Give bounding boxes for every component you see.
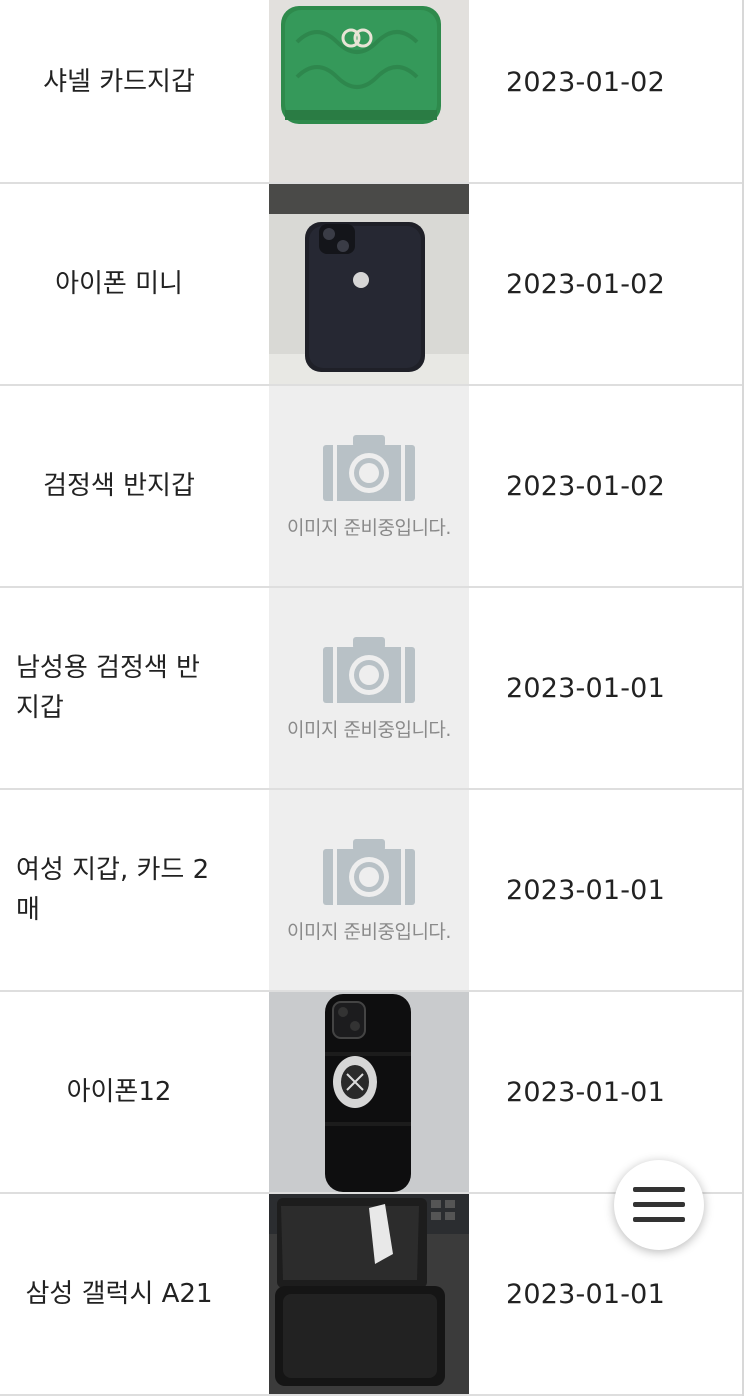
list-item[interactable]: 검정색 반지갑 이미지 준비중입니다. 2023-01-02 xyxy=(0,386,742,588)
image-placeholder[interactable]: 이미지 준비중입니다. xyxy=(269,386,469,586)
list-item[interactable]: 아이폰12 2023-01-01 xyxy=(0,992,742,1194)
item-name: 삼성 갤럭시 A21 xyxy=(25,1279,213,1309)
list-item[interactable]: 여성 지갑, 카드 2매 이미지 준비중입니다. 2023-01-01 xyxy=(0,790,742,992)
item-name: 아이폰12 xyxy=(66,1077,172,1107)
item-date: 2023-01-01 xyxy=(506,874,665,906)
black-wallet-phone-photo xyxy=(269,1194,469,1394)
item-name: 아이폰 미니 xyxy=(55,269,183,299)
item-name: 남성용 검정색 반지갑 xyxy=(16,653,200,723)
item-date: 2023-01-01 xyxy=(506,672,665,704)
hamburger-menu-icon xyxy=(633,1187,685,1222)
item-name: 여성 지갑, 카드 2매 xyxy=(16,855,210,925)
image-placeholder[interactable]: 이미지 준비중입니다. xyxy=(269,790,469,990)
camera-icon xyxy=(323,838,415,905)
item-thumbnail[interactable] xyxy=(269,1194,469,1394)
item-thumbnail[interactable] xyxy=(269,184,469,384)
image-placeholder[interactable]: 이미지 준비중입니다. xyxy=(269,588,469,788)
camera-icon xyxy=(323,636,415,703)
placeholder-caption: 이미지 준비중입니다. xyxy=(287,920,451,943)
placeholder-caption: 이미지 준비중입니다. xyxy=(287,718,451,741)
camera-icon xyxy=(323,434,415,501)
item-name: 샤넬 카드지갑 xyxy=(43,67,195,97)
item-name: 검정색 반지갑 xyxy=(43,471,195,501)
green-wallet-photo xyxy=(269,0,469,182)
item-thumbnail[interactable] xyxy=(269,992,469,1192)
item-date: 2023-01-02 xyxy=(506,470,665,502)
list-item[interactable]: 샤넬 카드지갑 2023-01-02 xyxy=(0,0,742,184)
menu-button[interactable] xyxy=(614,1160,704,1250)
item-date: 2023-01-02 xyxy=(506,66,665,98)
item-date: 2023-01-02 xyxy=(506,268,665,300)
list-item[interactable]: 아이폰 미니 2023-01-02 xyxy=(0,184,742,386)
black-iphone-photo xyxy=(269,184,469,384)
placeholder-caption: 이미지 준비중입니다. xyxy=(287,516,451,539)
list-item[interactable]: 남성용 검정색 반지갑 이미지 준비중입니다. 2023-01-01 xyxy=(0,588,742,790)
item-thumbnail[interactable] xyxy=(269,0,469,182)
iphone-otterbox-case-photo xyxy=(269,992,469,1192)
